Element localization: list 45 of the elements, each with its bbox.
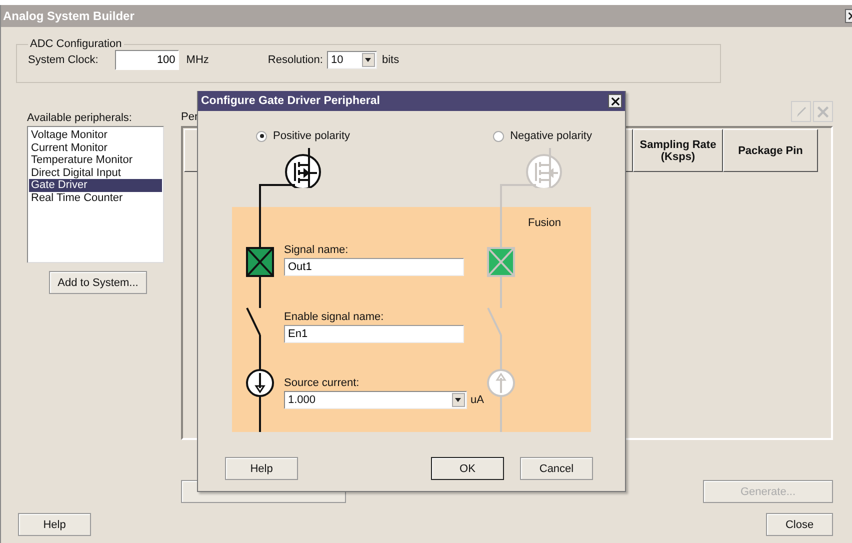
- group-title: ADC Configuration: [29, 38, 123, 50]
- radio-label: Positive polarity: [273, 130, 350, 142]
- dialog-button[interactable]: OK: [431, 457, 504, 480]
- transistor-icon: [500, 148, 564, 188]
- help-button[interactable]: Help: [18, 513, 91, 536]
- column-header: Package Pin: [723, 129, 818, 172]
- list-item[interactable]: Direct Digital Input: [29, 166, 162, 179]
- unit-label: bits: [382, 54, 400, 66]
- dialog-title: Configure Gate Driver Peripheral: [201, 95, 380, 107]
- list-item[interactable]: Real Time Counter: [29, 192, 162, 204]
- input-field[interactable]: En1: [284, 325, 464, 343]
- transistor-icon: [259, 148, 323, 188]
- field-label: Enable signal name:: [284, 310, 385, 324]
- field-label: Resolution:: [268, 54, 323, 66]
- list-item[interactable]: Voltage Monitor: [29, 129, 162, 142]
- dropdown[interactable]: 1.000: [284, 391, 467, 409]
- list-item[interactable]: Gate Driver: [29, 179, 162, 192]
- radio-label: Negative polarity: [510, 130, 592, 142]
- close-icon: [610, 96, 620, 106]
- input-field[interactable]: Out1: [284, 258, 464, 276]
- column-header: Sampling Rate (Ksps): [633, 129, 723, 172]
- close-button[interactable]: [608, 94, 622, 108]
- close-button[interactable]: Close: [766, 513, 833, 536]
- pencil-icon: [794, 104, 808, 118]
- radio-button[interactable]: Negative polarity: [493, 127, 592, 145]
- table-label: Per: [181, 111, 198, 123]
- list-item[interactable]: Current Monitor: [29, 142, 162, 154]
- device-label: Fusion: [528, 217, 561, 231]
- dropdown-arrow-icon: [455, 398, 462, 402]
- dialog-button[interactable]: Cancel: [520, 457, 593, 480]
- unit-label: uA: [470, 394, 484, 406]
- dropdown-arrow-icon: [365, 58, 372, 62]
- list-item[interactable]: Temperature Monitor: [29, 154, 162, 166]
- list-label: Available peripherals:: [27, 112, 133, 124]
- field-label: Signal name:: [284, 243, 350, 257]
- dialog-button[interactable]: Help: [225, 457, 298, 480]
- field-label: System Clock:: [28, 54, 98, 66]
- input-field[interactable]: 100: [115, 50, 180, 70]
- delete-icon: [817, 106, 829, 118]
- radio-button[interactable]: Positive polarity: [256, 127, 350, 145]
- window-title: Analog System Builder: [3, 9, 134, 23]
- add-button[interactable]: Add to System...: [49, 271, 147, 294]
- unit-label: MHz: [186, 54, 209, 66]
- field-label: Source current:: [284, 376, 360, 390]
- dropdown[interactable]: 10: [326, 51, 377, 69]
